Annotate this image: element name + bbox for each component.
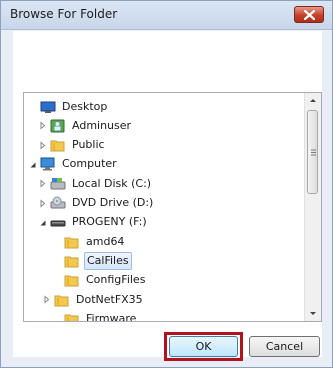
tree-item-progeny-f[interactable]: PROGENY (F:) [38, 213, 149, 232]
user-folder-icon [50, 119, 66, 133]
folder-icon [64, 254, 80, 268]
browse-folder-dialog: Browse For Folder Desktop Adminuser Public… [0, 0, 333, 368]
close-button[interactable] [294, 6, 324, 23]
tree-item-public[interactable]: Public [38, 136, 107, 155]
ok-button[interactable]: OK [169, 336, 238, 357]
tree-item-calfiles[interactable]: CalFiles [52, 251, 132, 270]
computer-icon [40, 157, 56, 171]
tree-item-label: Local Disk (C:) [72, 176, 152, 190]
tree-item-label: ConfigFiles [86, 273, 146, 287]
no-expander-spacer [52, 314, 61, 321]
collapse-arrow-icon[interactable] [28, 160, 37, 169]
folder-tree[interactable]: Desktop Adminuser Public Computer Local Disk… [23, 92, 322, 322]
scrollbar-thumb[interactable] [307, 110, 318, 194]
tree-item-amd64[interactable]: amd64 [52, 232, 126, 251]
tree-item-firmware[interactable]: Firmware [52, 309, 138, 322]
tree-item-label: Desktop [62, 99, 108, 113]
tree-item-dvd-drive-d[interactable]: DVD Drive (D:) [38, 194, 155, 213]
tree-item-label: DotNetFX35 [76, 292, 143, 306]
dvd-drive-icon [50, 196, 66, 210]
hard-drive-icon [50, 177, 66, 191]
folder-icon [54, 293, 70, 307]
no-expander-spacer [52, 276, 61, 285]
cancel-button[interactable]: Cancel [249, 336, 320, 357]
tree-item-label: PROGENY (F:) [72, 215, 147, 229]
arrow-up-icon [310, 99, 316, 102]
tree-item-label: amd64 [86, 234, 125, 248]
scroll-up-button[interactable] [305, 93, 321, 109]
dialog-title: Browse For Folder [10, 7, 118, 21]
collapse-arrow-icon[interactable] [38, 218, 47, 227]
tree-item-computer[interactable]: Computer [28, 155, 119, 174]
no-expander-spacer [52, 237, 61, 246]
arrow-down-icon [310, 312, 316, 315]
expand-arrow-icon[interactable] [38, 198, 47, 208]
folder-icon [64, 312, 80, 321]
tree-item-desktop[interactable]: Desktop [28, 97, 109, 116]
grip-icon [311, 149, 316, 156]
tree-item-label: Adminuser [72, 118, 132, 132]
tree-item-configfiles[interactable]: ConfigFiles [52, 271, 147, 290]
title-bar[interactable]: Browse For Folder [1, 1, 332, 30]
desktop-icon [40, 100, 56, 114]
close-icon [304, 10, 315, 20]
tree-item-adminuser[interactable]: Adminuser [38, 116, 133, 135]
tree-item-label: Computer [62, 157, 117, 171]
expand-arrow-icon[interactable] [38, 179, 47, 188]
folder-icon [64, 235, 80, 249]
expand-arrow-icon[interactable] [38, 141, 47, 150]
tree-item-label: Public [72, 138, 105, 152]
folder-icon [64, 273, 80, 287]
expand-arrow-icon[interactable] [42, 295, 51, 304]
no-expander-spacer [28, 102, 37, 111]
tree-item-label: DVD Drive (D:) [72, 196, 154, 209]
scroll-down-button[interactable] [305, 305, 321, 321]
cancel-button-label: Cancel [265, 340, 304, 353]
expand-arrow-icon[interactable] [38, 121, 47, 130]
tree-item-dotnetfx35[interactable]: DotNetFX35 [42, 290, 145, 309]
ok-button-label: OK [195, 340, 212, 353]
tree-item-label: CalFiles [84, 251, 132, 270]
vertical-scrollbar[interactable] [304, 93, 321, 321]
no-expander-spacer [52, 256, 61, 265]
tree-item-label: Firmware [86, 311, 137, 322]
folder-icon [50, 138, 66, 152]
removable-drive-icon [50, 215, 66, 229]
tree-item-local-disk-c[interactable]: Local Disk (C:) [38, 174, 153, 193]
